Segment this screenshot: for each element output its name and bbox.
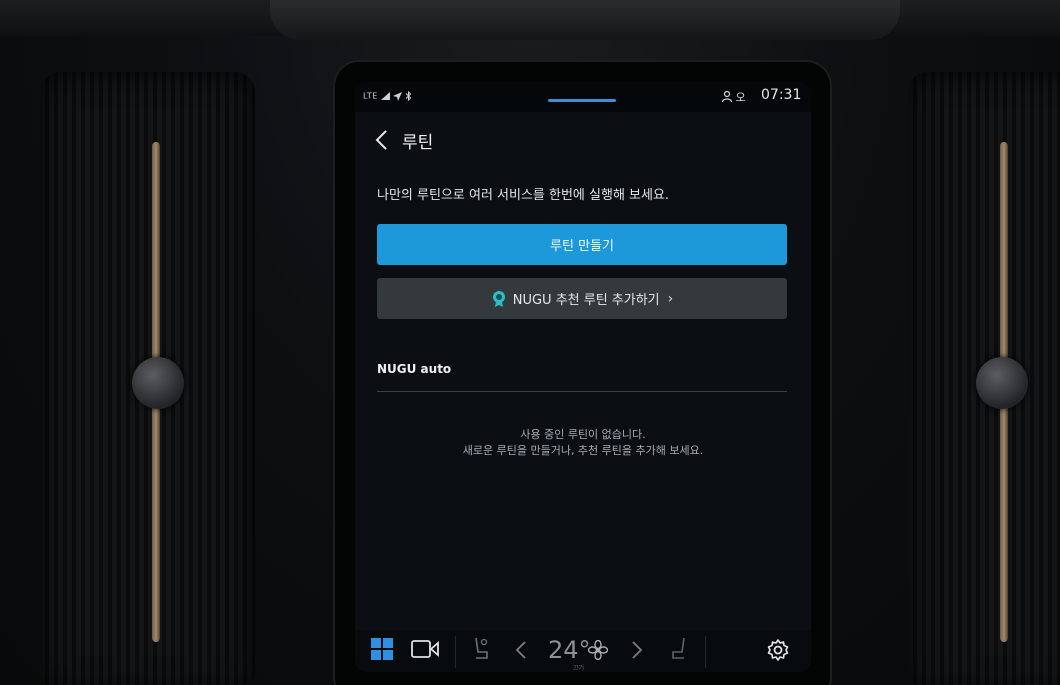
back-chevron-icon [375,130,387,150]
empty-state-line-1: 사용 중인 루틴이 없습니다. [520,428,646,441]
infotainment-screen: LTE 오 07:31 루틴 나만의 루틴으로 여러 서비스를 한번에 실행해 … [355,82,811,672]
seat-heat-left-icon [475,637,488,659]
section-title: NUGU auto [377,362,452,376]
camera-icon [411,640,439,658]
separator [705,636,706,668]
chevron-left-icon [515,641,526,659]
back-button[interactable] [373,129,391,151]
vent-knob [976,357,1028,409]
signal-icon [380,92,390,100]
gear-icon [767,639,789,661]
fan-button[interactable] [587,639,609,664]
empty-state-line-2: 새로운 루틴을 만들거나, 추천 루틴을 추가해 보세요. [462,444,704,457]
vent-knob [132,357,184,409]
user-label: 오 [735,91,746,104]
chevron-right-icon: › [667,290,674,307]
fan-icon [587,639,609,661]
seat-heat-right-icon [672,637,685,659]
fan-status-label: 끄기 [573,665,585,672]
user-icon [721,90,733,103]
climate-bar: 24° 끄기 [355,630,811,672]
location-arrow-icon [392,91,402,101]
connectivity-indicators: LTE [363,90,412,102]
chevron-right-icon [632,641,643,659]
app-grid-icon [371,638,393,660]
right-air-vent [908,72,1060,685]
add-recommended-label: NUGU 추천 루틴 추가하기 [512,293,660,308]
add-recommended-routine-button[interactable]: NUGU 추천 루틴 추가하기 › [377,278,787,319]
create-routine-button[interactable]: 루틴 만들기 [377,224,787,265]
create-routine-label: 루틴 만들기 [550,239,614,254]
left-air-vent [40,72,255,685]
camera-button[interactable] [411,640,439,662]
car-dashboard: LTE 오 07:31 루틴 나만의 루틴으로 여러 서비스를 한번에 실행해 … [0,0,1060,685]
bluetooth-icon [405,90,412,102]
pull-down-handle[interactable] [548,99,616,102]
user-profile[interactable]: 오 [721,89,746,105]
temperature-display: 24° [548,636,591,664]
intro-text: 나만의 루틴으로 여러 서비스를 한번에 실행해 보세요. [377,188,670,203]
dashboard-top-trim [270,0,900,40]
seat-heat-right-button[interactable] [670,636,688,666]
status-bar: LTE 오 07:31 [355,82,811,112]
section-divider [377,391,787,392]
award-badge-icon [492,290,505,307]
page-title: 루틴 [402,133,434,153]
separator [455,636,456,668]
network-label: LTE [363,91,378,101]
clock: 07:31 [761,87,802,103]
temp-up-button[interactable] [631,640,643,664]
settings-button[interactable] [766,638,790,666]
apps-button[interactable] [371,638,393,664]
seat-heat-left-button[interactable] [472,636,490,666]
temp-down-button[interactable] [515,640,527,664]
